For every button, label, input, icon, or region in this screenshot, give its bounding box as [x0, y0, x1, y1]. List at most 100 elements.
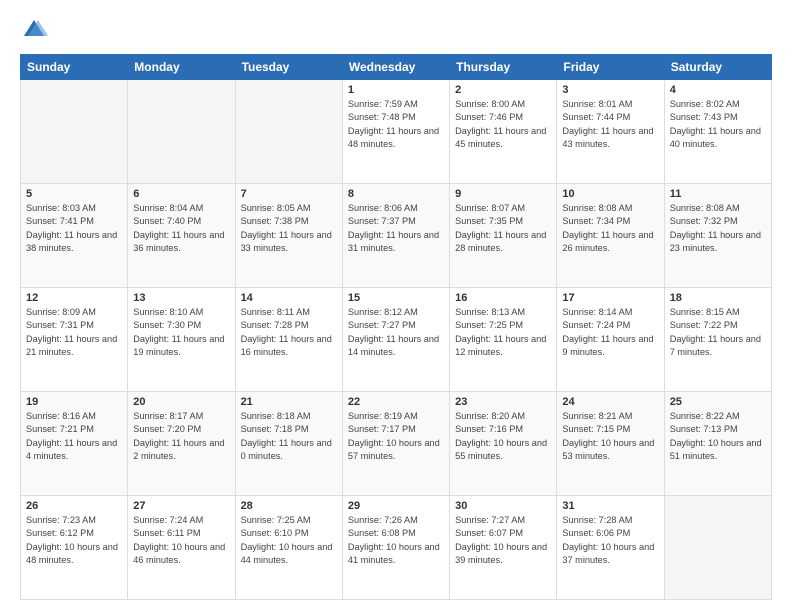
calendar-cell [21, 80, 128, 184]
calendar-cell: 31 Sunrise: 7:28 AM Sunset: 6:06 PM Dayli… [557, 496, 664, 600]
calendar-cell: 19 Sunrise: 8:16 AM Sunset: 7:21 PM Dayli… [21, 392, 128, 496]
day-info: Sunrise: 8:14 AM Sunset: 7:24 PM Dayligh… [562, 306, 658, 359]
calendar-cell: 14 Sunrise: 8:11 AM Sunset: 7:28 PM Dayli… [235, 288, 342, 392]
logo-icon [20, 16, 48, 44]
header [20, 16, 772, 44]
calendar-cell: 10 Sunrise: 8:08 AM Sunset: 7:34 PM Dayli… [557, 184, 664, 288]
calendar-cell [128, 80, 235, 184]
day-info: Sunrise: 8:11 AM Sunset: 7:28 PM Dayligh… [241, 306, 337, 359]
day-info: Sunrise: 8:00 AM Sunset: 7:46 PM Dayligh… [455, 98, 551, 151]
day-number: 14 [241, 292, 337, 304]
day-info: Sunrise: 8:21 AM Sunset: 7:15 PM Dayligh… [562, 410, 658, 463]
day-info: Sunrise: 7:26 AM Sunset: 6:08 PM Dayligh… [348, 514, 444, 567]
day-number: 8 [348, 188, 444, 200]
day-number: 10 [562, 188, 658, 200]
calendar-cell: 15 Sunrise: 8:12 AM Sunset: 7:27 PM Dayli… [342, 288, 449, 392]
day-info: Sunrise: 8:12 AM Sunset: 7:27 PM Dayligh… [348, 306, 444, 359]
day-number: 6 [133, 188, 229, 200]
calendar-cell: 23 Sunrise: 8:20 AM Sunset: 7:16 PM Dayli… [450, 392, 557, 496]
calendar-cell: 21Sunrise: 8:18 AM Sunset: 7:18 PM Dayli… [235, 392, 342, 496]
day-info: Sunrise: 8:08 AM Sunset: 7:34 PM Dayligh… [562, 202, 658, 255]
day-number: 19 [26, 396, 122, 408]
day-number: 24 [562, 396, 658, 408]
day-info: Sunrise: 8:16 AM Sunset: 7:21 PM Dayligh… [26, 410, 122, 463]
weekday-header-saturday: Saturday [664, 55, 771, 80]
day-number: 15 [348, 292, 444, 304]
day-number: 26 [26, 500, 122, 512]
calendar-cell: 11Sunrise: 8:08 AM Sunset: 7:32 PM Dayli… [664, 184, 771, 288]
calendar-cell: 3Sunrise: 8:01 AM Sunset: 7:44 PM Daylig… [557, 80, 664, 184]
week-row-1: 1 Sunrise: 7:59 AM Sunset: 7:48 PM Daylig… [21, 80, 772, 184]
day-number: 11 [670, 188, 766, 200]
day-number: 4 [670, 84, 766, 96]
day-number: 5 [26, 188, 122, 200]
calendar-cell: 16 Sunrise: 8:13 AM Sunset: 7:25 PM Dayli… [450, 288, 557, 392]
calendar-table: SundayMondayTuesdayWednesdayThursdayFrid… [20, 54, 772, 600]
calendar-cell: 13 Sunrise: 8:10 AM Sunset: 7:30 PM Dayli… [128, 288, 235, 392]
calendar-cell: 6 Sunrise: 8:04 AM Sunset: 7:40 PM Daylig… [128, 184, 235, 288]
calendar-cell: 28Sunrise: 7:25 AM Sunset: 6:10 PM Dayli… [235, 496, 342, 600]
day-number: 20 [133, 396, 229, 408]
weekday-header-sunday: Sunday [21, 55, 128, 80]
week-row-3: 12Sunrise: 8:09 AM Sunset: 7:31 PM Dayli… [21, 288, 772, 392]
day-info: Sunrise: 7:23 AM Sunset: 6:12 PM Dayligh… [26, 514, 122, 567]
day-info: Sunrise: 8:22 AM Sunset: 7:13 PM Dayligh… [670, 410, 766, 463]
day-number: 25 [670, 396, 766, 408]
calendar-cell: 12Sunrise: 8:09 AM Sunset: 7:31 PM Dayli… [21, 288, 128, 392]
day-number: 28 [241, 500, 337, 512]
calendar-cell: 30 Sunrise: 7:27 AM Sunset: 6:07 PM Dayli… [450, 496, 557, 600]
day-info: Sunrise: 8:03 AM Sunset: 7:41 PM Dayligh… [26, 202, 122, 255]
day-number: 27 [133, 500, 229, 512]
day-number: 17 [562, 292, 658, 304]
calendar-cell: 1 Sunrise: 7:59 AM Sunset: 7:48 PM Daylig… [342, 80, 449, 184]
calendar-cell: 27 Sunrise: 7:24 AM Sunset: 6:11 PM Dayli… [128, 496, 235, 600]
weekday-header-monday: Monday [128, 55, 235, 80]
calendar-cell: 2 Sunrise: 8:00 AM Sunset: 7:46 PM Daylig… [450, 80, 557, 184]
weekday-header-wednesday: Wednesday [342, 55, 449, 80]
calendar-cell: 26 Sunrise: 7:23 AM Sunset: 6:12 PM Dayli… [21, 496, 128, 600]
day-number: 16 [455, 292, 551, 304]
day-info: Sunrise: 8:19 AM Sunset: 7:17 PM Dayligh… [348, 410, 444, 463]
weekday-header-row: SundayMondayTuesdayWednesdayThursdayFrid… [21, 55, 772, 80]
calendar-cell [235, 80, 342, 184]
calendar-cell: 4 Sunrise: 8:02 AM Sunset: 7:43 PM Daylig… [664, 80, 771, 184]
day-info: Sunrise: 8:10 AM Sunset: 7:30 PM Dayligh… [133, 306, 229, 359]
calendar-cell: 20 Sunrise: 8:17 AM Sunset: 7:20 PM Dayli… [128, 392, 235, 496]
calendar-cell: 8Sunrise: 8:06 AM Sunset: 7:37 PM Daylig… [342, 184, 449, 288]
calendar-cell [664, 496, 771, 600]
calendar-cell: 18Sunrise: 8:15 AM Sunset: 7:22 PM Dayli… [664, 288, 771, 392]
calendar-cell: 25 Sunrise: 8:22 AM Sunset: 7:13 PM Dayli… [664, 392, 771, 496]
day-number: 21 [241, 396, 337, 408]
week-row-4: 19 Sunrise: 8:16 AM Sunset: 7:21 PM Dayli… [21, 392, 772, 496]
day-info: Sunrise: 8:04 AM Sunset: 7:40 PM Dayligh… [133, 202, 229, 255]
day-info: Sunrise: 8:07 AM Sunset: 7:35 PM Dayligh… [455, 202, 551, 255]
page: SundayMondayTuesdayWednesdayThursdayFrid… [0, 0, 792, 612]
day-number: 7 [241, 188, 337, 200]
calendar-cell: 22Sunrise: 8:19 AM Sunset: 7:17 PM Dayli… [342, 392, 449, 496]
day-info: Sunrise: 7:24 AM Sunset: 6:11 PM Dayligh… [133, 514, 229, 567]
day-number: 9 [455, 188, 551, 200]
day-info: Sunrise: 8:02 AM Sunset: 7:43 PM Dayligh… [670, 98, 766, 151]
calendar-cell: 17 Sunrise: 8:14 AM Sunset: 7:24 PM Dayli… [557, 288, 664, 392]
calendar-cell: 29Sunrise: 7:26 AM Sunset: 6:08 PM Dayli… [342, 496, 449, 600]
day-info: Sunrise: 8:01 AM Sunset: 7:44 PM Dayligh… [562, 98, 658, 151]
day-number: 30 [455, 500, 551, 512]
day-info: Sunrise: 8:17 AM Sunset: 7:20 PM Dayligh… [133, 410, 229, 463]
day-info: Sunrise: 8:20 AM Sunset: 7:16 PM Dayligh… [455, 410, 551, 463]
day-number: 13 [133, 292, 229, 304]
day-number: 23 [455, 396, 551, 408]
day-number: 31 [562, 500, 658, 512]
day-info: Sunrise: 8:13 AM Sunset: 7:25 PM Dayligh… [455, 306, 551, 359]
day-info: Sunrise: 7:27 AM Sunset: 6:07 PM Dayligh… [455, 514, 551, 567]
day-info: Sunrise: 8:15 AM Sunset: 7:22 PM Dayligh… [670, 306, 766, 359]
week-row-2: 5 Sunrise: 8:03 AM Sunset: 7:41 PM Daylig… [21, 184, 772, 288]
day-number: 2 [455, 84, 551, 96]
calendar-cell: 24 Sunrise: 8:21 AM Sunset: 7:15 PM Dayli… [557, 392, 664, 496]
calendar-cell: 7Sunrise: 8:05 AM Sunset: 7:38 PM Daylig… [235, 184, 342, 288]
weekday-header-friday: Friday [557, 55, 664, 80]
day-number: 12 [26, 292, 122, 304]
day-number: 1 [348, 84, 444, 96]
week-row-5: 26 Sunrise: 7:23 AM Sunset: 6:12 PM Dayli… [21, 496, 772, 600]
day-info: Sunrise: 7:28 AM Sunset: 6:06 PM Dayligh… [562, 514, 658, 567]
day-info: Sunrise: 7:59 AM Sunset: 7:48 PM Dayligh… [348, 98, 444, 151]
